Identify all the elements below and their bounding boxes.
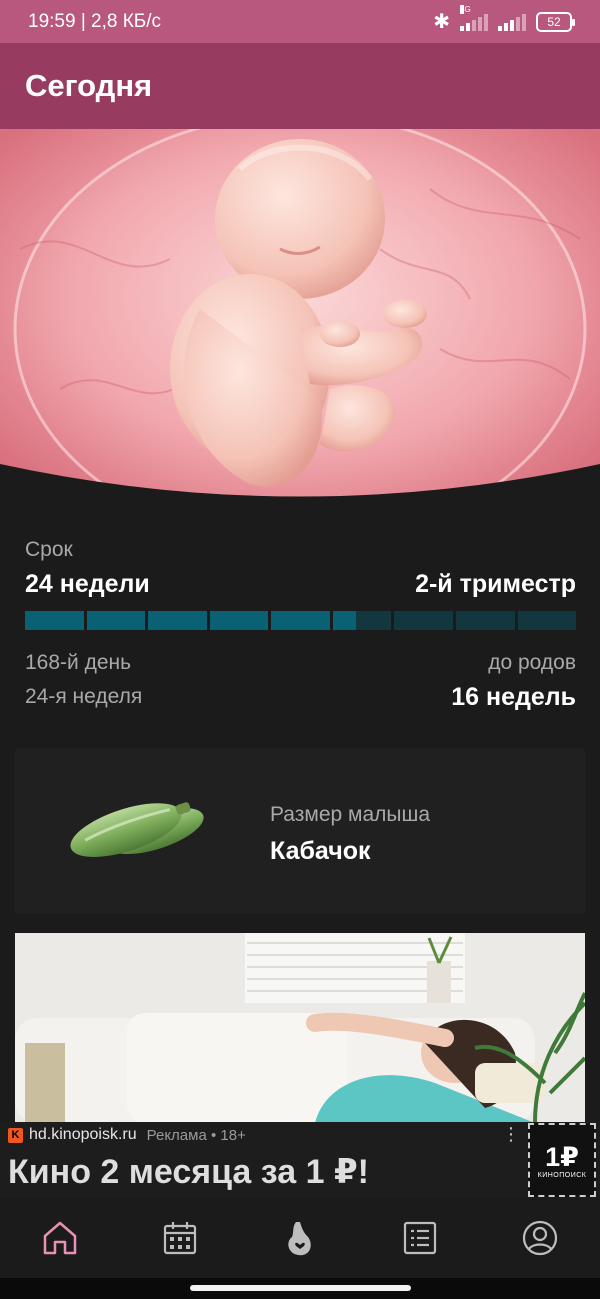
zucchini-image — [64, 788, 214, 873]
term-day: 168-й день — [25, 651, 132, 674]
signal-icon: 4G — [460, 4, 488, 31]
ad-banner-image[interactable] — [15, 933, 585, 1123]
profile-icon — [522, 1220, 558, 1256]
progress-segment — [86, 611, 146, 630]
progress-segment — [394, 611, 453, 630]
list-icon — [403, 1221, 437, 1255]
ad-strip[interactable]: K hd.kinopoisk.ru Реклама • 18+ ⋮ Кино 2… — [0, 1122, 600, 1198]
nav-item-pregnancy[interactable] — [270, 1208, 330, 1268]
battery-icon: 52 — [536, 11, 575, 32]
home-indicator — [0, 1278, 600, 1299]
app-bar: Сегодня — [0, 43, 600, 129]
term-trimester: 2-й триместр — [415, 570, 576, 598]
status-bar: 19:59 | 2,8 КБ/с ✱ 4G 52 — [0, 0, 600, 43]
nav-item-home[interactable] — [30, 1208, 90, 1268]
page-title: Сегодня — [25, 68, 153, 103]
term-label: Срок — [25, 538, 73, 561]
term-week-number: 24-я неделя — [25, 685, 143, 708]
ad-more-icon[interactable]: ⋮ — [502, 1124, 520, 1145]
status-icons: ✱ 4G 52 — [433, 4, 575, 34]
progress-segment — [148, 611, 207, 630]
ad-logo-sub: КИНОПОИСК — [537, 1171, 587, 1179]
baby-size-label: Размер малыша — [270, 803, 431, 826]
term-progress-bar — [25, 611, 577, 630]
status-time-speed: 19:59 | 2,8 КБ/с — [28, 10, 162, 32]
fetus-illustration — [0, 129, 600, 511]
ad-label: Реклама • 18+ — [146, 1126, 246, 1144]
progress-segment — [455, 611, 515, 630]
ad-domain: hd.kinopoisk.ru — [29, 1126, 137, 1143]
pregnancy-icon — [288, 1222, 311, 1256]
until-birth-value: 16 недель — [451, 682, 576, 711]
kinopoisk-favicon-icon: K — [8, 1127, 23, 1143]
ad-headline[interactable]: Кино 2 месяца за 1 ₽! — [8, 1152, 369, 1192]
progress-segment — [517, 611, 577, 630]
progress-segment — [209, 611, 269, 630]
term-details: 168-й день 24-я неделя до родов 16 недел… — [25, 646, 576, 714]
calendar-icon — [163, 1222, 197, 1255]
nav-item-articles[interactable] — [390, 1208, 450, 1268]
nav-item-calendar[interactable] — [150, 1208, 210, 1268]
progress-segment — [25, 611, 84, 630]
baby-size-value: Кабачок — [270, 837, 371, 865]
home-gesture-bar[interactable] — [190, 1285, 411, 1291]
bottom-nav — [0, 1198, 600, 1278]
term-summary: 24 недели 2-й триместр — [25, 570, 576, 599]
ad-source: K hd.kinopoisk.ru Реклама • 18+ — [8, 1126, 246, 1144]
progress-segment — [332, 611, 392, 630]
progress-segment — [271, 611, 330, 630]
ad-logo[interactable]: 1₽ КИНОПОИСК — [528, 1123, 596, 1197]
term-weeks: 24 недели — [25, 570, 150, 598]
pregnancy-term: Срок 24 недели 2-й триместр 168-й день 2… — [25, 538, 577, 714]
signal-icon — [498, 13, 526, 31]
until-birth-label: до родов — [488, 651, 576, 674]
baby-size-card[interactable]: Размер малыша Кабачок — [14, 748, 586, 914]
bluetooth-icon: ✱ — [433, 11, 450, 33]
network-type: 4G — [460, 4, 471, 14]
ad-logo-main: 1₽ — [545, 1141, 579, 1172]
nav-item-profile[interactable] — [510, 1208, 570, 1268]
home-icon — [43, 1221, 77, 1255]
